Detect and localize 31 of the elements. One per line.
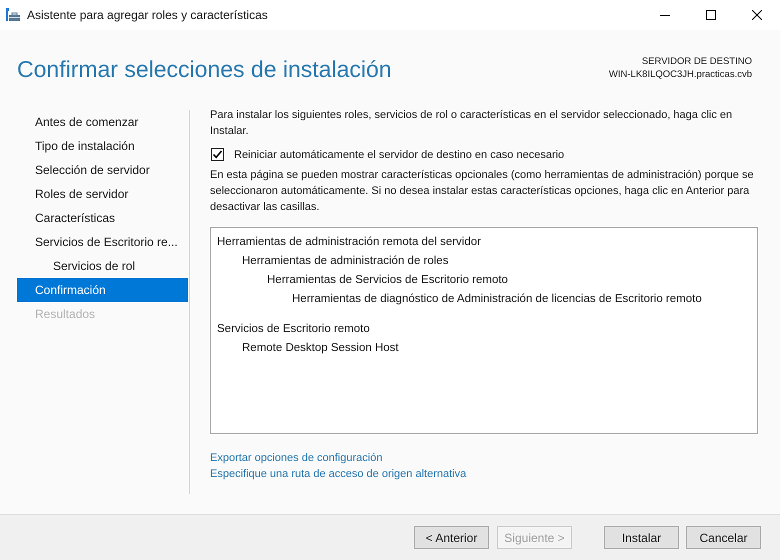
toolbox-icon (5, 7, 21, 23)
maximize-icon (706, 10, 716, 20)
close-icon (752, 10, 762, 20)
sidebar-item[interactable]: Tipo de instalación (17, 134, 188, 158)
link[interactable]: Especifique una ruta de acceso de origen alternativa (210, 466, 466, 482)
sidebar-item[interactable]: Confirmación (17, 278, 188, 302)
wizard-button[interactable]: Cancelar (686, 526, 761, 549)
destination-server: WIN-LK8ILQOC3JH.practicas.cvb (608, 68, 752, 81)
window-title: Asistente para agregar roles y características (27, 7, 268, 24)
selection-item: Herramientas de diagnóstico de Administración de licencias de Escritorio remoto (291, 292, 703, 306)
minimize-icon (660, 14, 670, 16)
selection-item: Herramientas de administración de roles (241, 254, 450, 268)
sidebar-item[interactable]: Servicios de rol (17, 254, 188, 278)
link[interactable]: Exportar opciones de configuración (210, 450, 382, 466)
destination-label: SERVIDOR DE DESTINO (642, 55, 752, 68)
note-text: En esta página se pueden mostrar características opcionales (como herramientas de administración) porque se seleccionaron automáticamente. Si no desea instalar estas características opciones, haga clic en Anterior para desactivar las casillas. (210, 168, 755, 215)
restart-checkbox[interactable] (211, 148, 224, 161)
wizard-button[interactable]: < Anterior (414, 526, 489, 549)
sidebar-item[interactable]: Características (17, 206, 188, 230)
page-title: Confirmar selecciones de instalación (17, 58, 392, 81)
selection-item: Herramientas de administración remota del servidor (217, 234, 482, 250)
sidebar-item[interactable]: Servicios de Escritorio re... (17, 230, 188, 254)
intro-text: Para instalar los siguientes roles, servicios de rol o características en el servidor seleccionado, haga clic en Instalar. (210, 108, 734, 139)
sidebar-item[interactable]: Roles de servidor (17, 182, 188, 206)
sidebar-item[interactable]: Antes de comenzar (17, 110, 188, 134)
selection-item: Remote Desktop Session Host (241, 340, 400, 356)
checkbox-label: Reiniciar automáticamente el servidor de destino en caso necesario (234, 148, 564, 162)
wizard-button[interactable]: Instalar (604, 526, 679, 549)
selection-item: Herramientas de Servicios de Escritorio remoto (266, 272, 509, 288)
sidebar-item[interactable]: Selección de servidor (17, 158, 188, 182)
selection-item: Servicios de Escritorio remoto (217, 322, 371, 336)
